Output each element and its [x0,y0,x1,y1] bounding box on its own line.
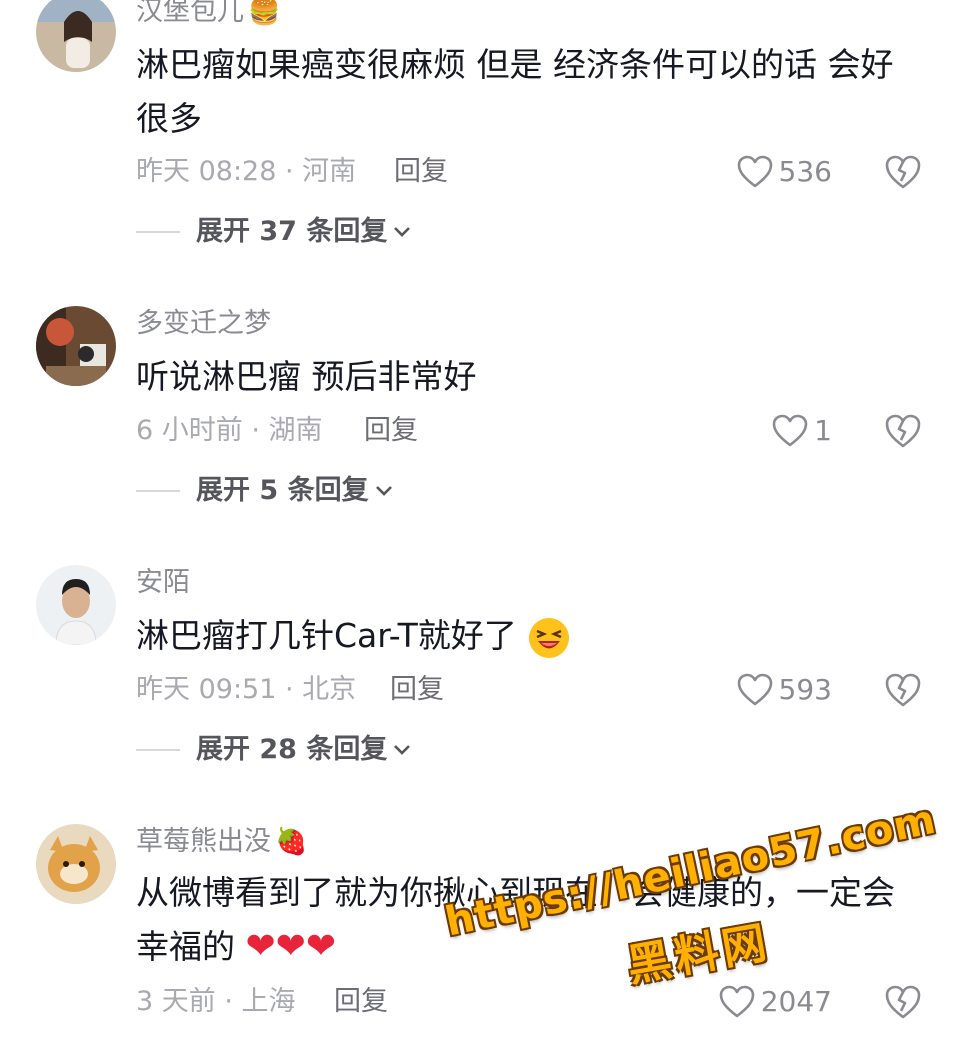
comment-text: 淋巴瘤如果癌变很麻烦 但是 经济条件可以的话 会好很多 [136,45,894,138]
broken-heart-icon [885,155,921,189]
chevron-down-icon [394,227,411,237]
broken-heart-icon [885,414,921,448]
heart-outline-icon [719,985,755,1018]
username[interactable]: 安陌 [136,565,190,601]
expand-replies[interactable]: 展开 37 条回复 [136,214,411,250]
like-count: 1 [814,414,832,447]
red-heart-emoji-icon: ❤❤❤ [245,926,337,967]
avatar[interactable] [36,824,116,904]
expand-replies[interactable]: 展开 28 条回复 [136,732,411,768]
avatar[interactable] [36,0,116,72]
heart-outline-icon [737,673,772,706]
chevron-down-icon [375,486,392,496]
expand-replies[interactable]: 展开 5 条回复 [136,473,393,509]
like-button[interactable]: 1 [772,413,832,449]
like-button[interactable]: 536 [737,154,832,190]
divider-line [136,749,180,751]
comment-meta: 6 小时前 · 湖南 [136,415,323,446]
username-text: 多变迁之梦 [136,308,271,339]
comment-text: 听说淋巴瘤 预后非常好 [136,357,477,396]
dislike-button[interactable] [884,154,922,190]
username-text: 草莓熊出没 [136,826,271,857]
like-count: 2047 [760,985,832,1018]
expand-replies-label: 展开 5 条回复 [196,475,369,506]
heart-outline-icon [772,414,808,447]
divider-line [136,231,180,233]
username[interactable]: 草莓熊出没 🍓 [136,824,307,860]
username[interactable]: 汉堡包儿 🍔 [136,0,280,30]
comment-meta: 3 天前 · 上海 [136,986,296,1017]
like-count: 593 [778,673,832,706]
reply-button[interactable]: 回复 [394,154,448,190]
dislike-button[interactable] [884,413,922,449]
reply-button[interactable]: 回复 [334,984,388,1020]
expand-replies-label: 展开 28 条回复 [196,734,388,765]
broken-heart-icon [885,985,921,1019]
chevron-down-icon [394,745,411,755]
username[interactable]: 多变迁之梦 [136,306,271,342]
heart-outline-icon [737,155,772,188]
expand-replies-label: 展开 37 条回复 [196,216,388,247]
reply-button[interactable]: 回复 [390,672,444,708]
burger-emoji-icon: 🍔 [248,0,281,27]
dislike-button[interactable] [884,984,922,1020]
comment-text: 淋巴瘤打几针Car-T就好了 [136,609,916,663]
broken-heart-icon [885,673,921,707]
divider-line [136,490,180,492]
like-button[interactable]: 2047 [719,984,832,1020]
like-count: 536 [778,155,832,188]
like-button[interactable]: 593 [737,672,832,708]
avatar[interactable] [36,306,116,386]
comment-meta: 昨天 08:28 · 河南 [136,156,357,187]
comment-text-content: 淋巴瘤打几针Car-T就好了 [136,616,517,655]
reply-button[interactable]: 回复 [364,413,418,449]
strawberry-emoji-icon: 🍓 [275,827,308,857]
username-text: 汉堡包儿 [136,0,244,27]
username-text: 安陌 [136,567,190,598]
dislike-button[interactable] [884,672,922,708]
avatar[interactable] [36,565,116,645]
comment-meta: 昨天 09:51 · 北京 [136,674,357,705]
laughing-emoji-icon [529,617,570,658]
